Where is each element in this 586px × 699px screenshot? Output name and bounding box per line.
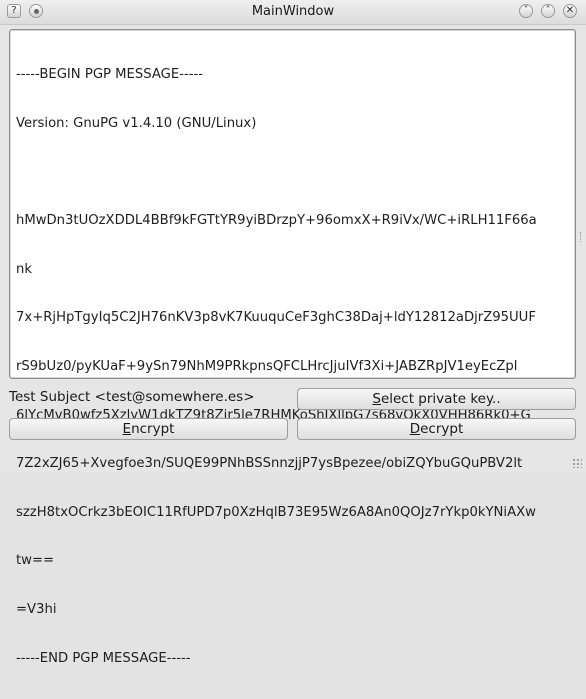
decrypt-mnemonic: D [409,421,421,437]
maximize-icon[interactable]: ˄ [541,4,555,18]
select-key-mnemonic: S [372,391,381,407]
size-grip[interactable] [572,458,582,468]
editor-line: nk [16,261,32,277]
editor-line: =V3hi [16,602,57,618]
encrypt-mnemonic: E [122,421,132,437]
splitter-handle[interactable] [580,232,584,242]
encrypt-label: ncrypt [131,421,175,437]
decrypt-label: ecrypt [420,421,464,437]
select-private-key-button[interactable]: Select private key.. [297,388,576,410]
editor-line: -----BEGIN PGP MESSAGE----- [16,67,204,83]
decrypt-button[interactable]: Decrypt [297,418,576,440]
editor-line: hMwDn3tUOzXDDL4BBf9kFGTtYR9yiBDrzpY+96om… [16,213,537,229]
editor-line: Version: GnuPG v1.4.10 (GNU/Linux) [16,116,257,132]
window-title: MainWindow [251,4,335,19]
editor-line: 7x+RjHpTgyIq5C2JH76nKV3p8vK7KuuquCeF3ghC… [16,310,536,326]
close-icon[interactable]: ✕ [563,4,577,18]
select-key-label: elect private key.. [380,391,501,407]
encrypt-button[interactable]: Encrypt [9,418,288,440]
minimize-icon[interactable]: ˅ [519,4,533,18]
message-text[interactable]: -----BEGIN PGP MESSAGE----- Version: Gnu… [16,35,571,699]
editor-line: tw== [16,553,55,569]
title-bar[interactable]: ? MainWindow ˅ ˄ ✕ [0,0,586,25]
editor-line: rS9bUz0/pyKUaF+9ySn79NhM9PRkpnsQFCLHrcJj… [16,359,518,375]
editor-line: 7Z2xZJ65+Xvegfoe3n/SUQE99PNhBSSnnzjjP7ys… [16,456,523,472]
subject-label: Test Subject <test@somewhere.es> [9,389,255,405]
editor-line: -----END PGP MESSAGE----- [16,650,191,666]
message-text-editor[interactable]: -----BEGIN PGP MESSAGE----- Version: Gnu… [9,29,576,666]
editor-line: szzH8txOCrkz3bEOIC11RfUPD7p0XzHqlB73E95W… [16,504,536,520]
main-window: ? MainWindow ˅ ˄ ✕ -----BEGIN PGP MESSAG… [0,0,586,666]
